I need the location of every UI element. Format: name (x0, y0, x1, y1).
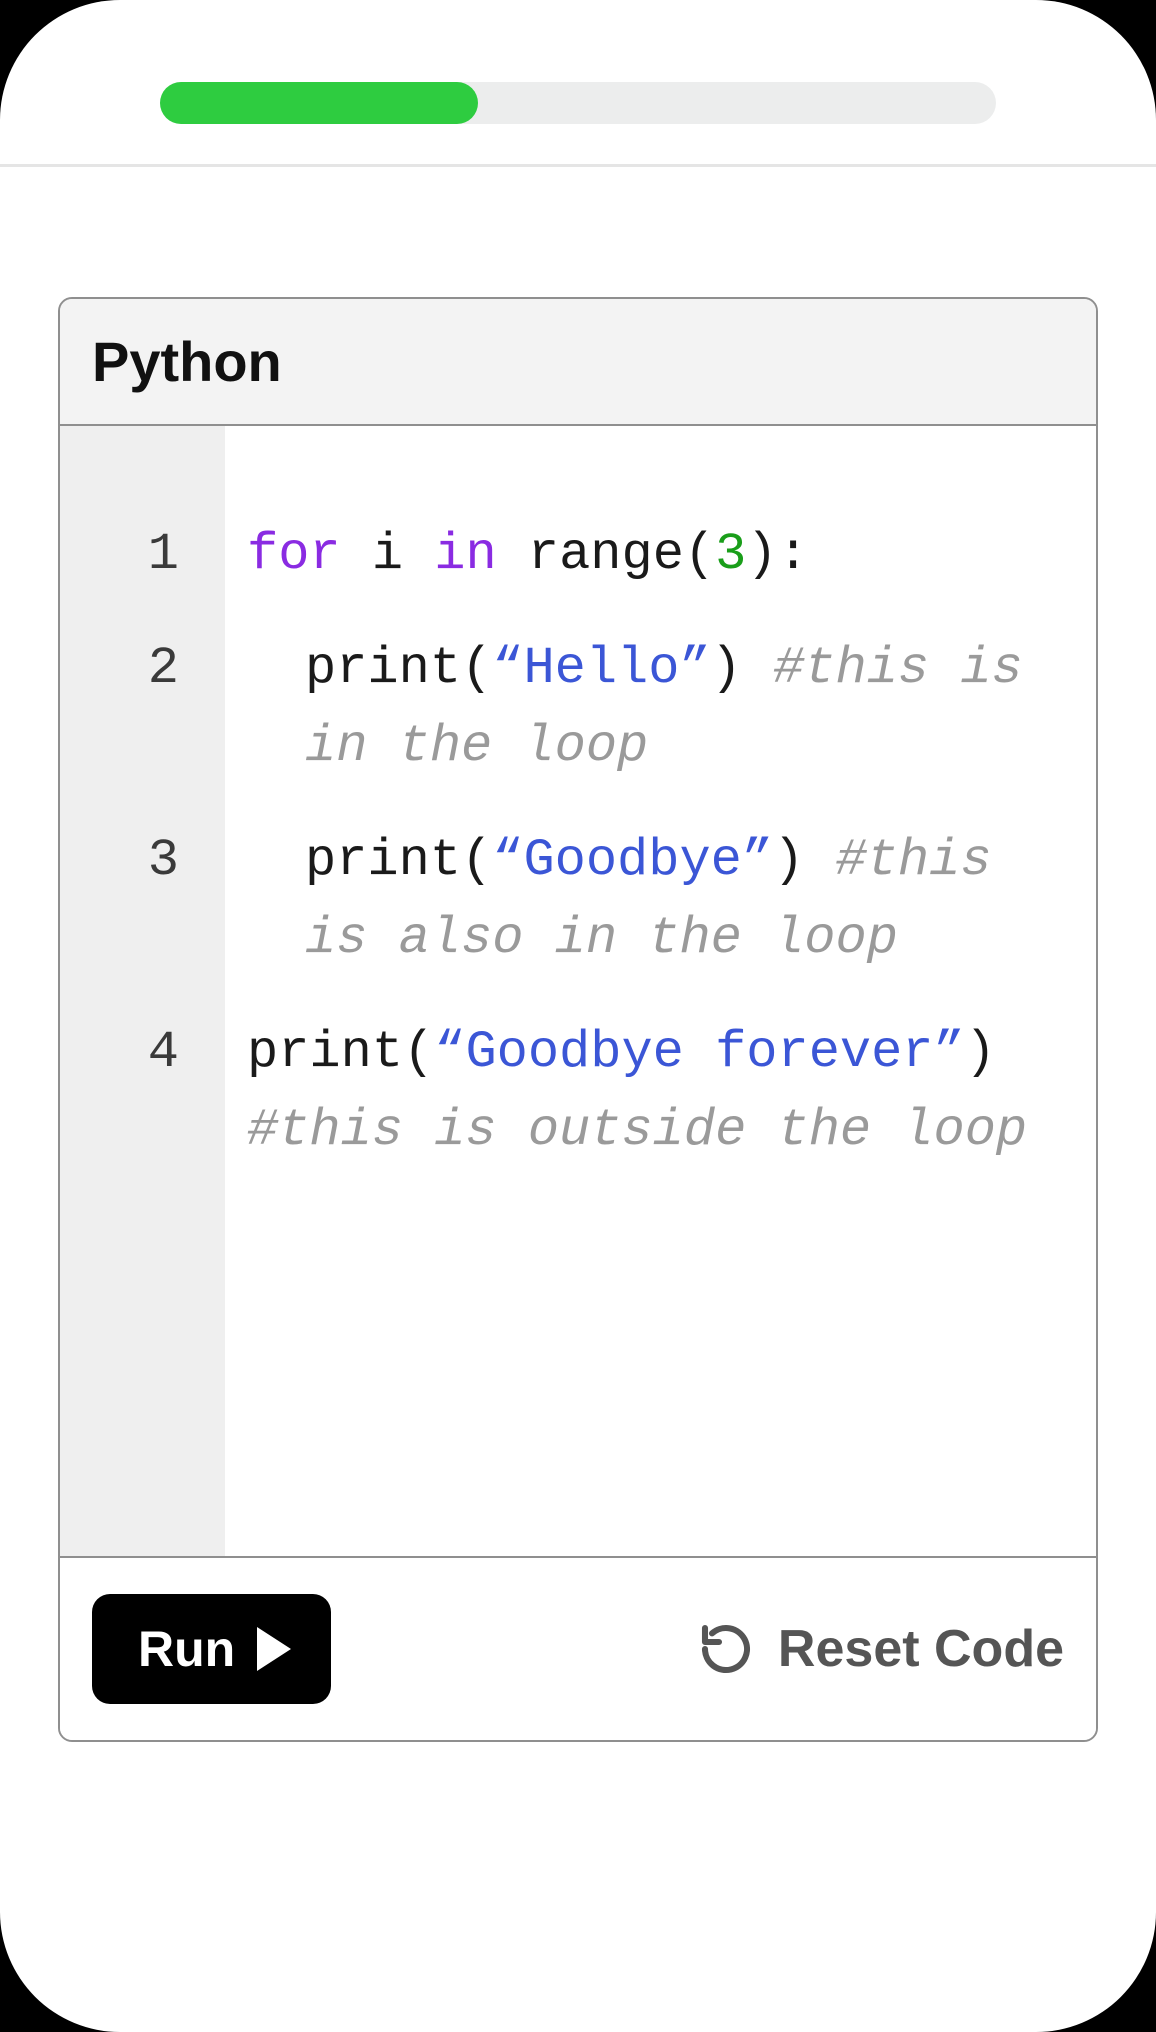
panel-title: Python (60, 299, 1096, 426)
line-number: 4 (60, 1014, 225, 1170)
token-string: “Hello” (492, 639, 710, 698)
token-text: print( (247, 1023, 434, 1082)
line-number-gutter: 1 2 3 4 (60, 426, 225, 1556)
token-text: i (341, 525, 435, 584)
code-line: for i in range(3): (247, 516, 1066, 594)
panel-footer: Run Reset Code (60, 1556, 1096, 1740)
token-text: ): (746, 525, 808, 584)
line-number: 1 (60, 516, 225, 594)
token-keyword: for (247, 525, 341, 584)
progress-bar-wrap (0, 0, 1156, 164)
progress-fill (160, 82, 478, 124)
token-text: range( (497, 525, 715, 584)
code-lines: for i in range(3):print(“Hello”) #this i… (225, 426, 1096, 1556)
token-number: 3 (715, 525, 746, 584)
code-line: print(“Goodbye”) #this is also in the lo… (247, 822, 1066, 978)
token-text: ) (773, 831, 835, 890)
reset-code-button[interactable]: Reset Code (698, 1619, 1064, 1679)
code-line: print(“Hello”) #this is in the loop (247, 630, 1066, 786)
play-icon (257, 1627, 291, 1671)
progress-track (160, 82, 996, 124)
code-panel: Python 1234 for i in range(3):print(“Hel… (58, 297, 1098, 1742)
token-keyword: in (434, 525, 496, 584)
line-number: 3 (60, 822, 225, 978)
token-text: print( (305, 639, 492, 698)
code-line: print(“Goodbye forever”) #this is outsid… (247, 1014, 1066, 1170)
lesson-content: Python 1234 for i in range(3):print(“Hel… (0, 167, 1156, 1742)
device-frame: Python 1234 for i in range(3):print(“Hel… (0, 0, 1156, 2032)
run-button-label: Run (138, 1620, 235, 1678)
code-editor[interactable]: 1234 for i in range(3):print(“Hello”) #t… (60, 426, 1096, 1556)
token-string: “Goodbye” (492, 831, 773, 890)
reset-icon (698, 1621, 754, 1677)
token-string: “Goodbye forever” (434, 1023, 965, 1082)
token-text: print( (305, 831, 492, 890)
token-comment: #this is outside the loop (247, 1101, 1027, 1160)
line-number: 2 (60, 630, 225, 786)
run-button[interactable]: Run (92, 1594, 331, 1704)
token-text: ) (965, 1023, 996, 1082)
token-text: ) (711, 639, 773, 698)
reset-button-label: Reset Code (778, 1619, 1064, 1679)
